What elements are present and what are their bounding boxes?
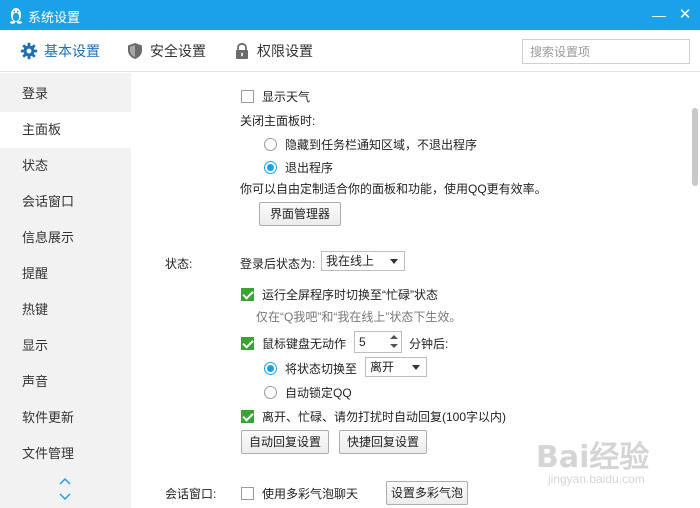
sidebar-item-status[interactable]: 状态	[0, 148, 131, 184]
switch-status-radio[interactable]	[264, 362, 277, 375]
login-status-value: 我在线上	[326, 254, 375, 268]
qq-penguin-icon	[10, 8, 22, 24]
login-status-label: 登录后状态为:	[240, 257, 316, 271]
quick-reply-settings-button[interactable]: 快捷回复设置	[339, 430, 427, 454]
chevron-down-icon[interactable]	[59, 493, 71, 501]
gear-icon	[20, 42, 38, 60]
session-section-label: 会话窗口:	[165, 487, 217, 501]
show-weather-label: 显示天气	[262, 90, 311, 104]
fullscreen-busy-note: 仅在“Q我吧”和“我在线上”状态下生效。	[256, 310, 462, 324]
auto-lock-radio[interactable]	[264, 386, 277, 399]
sidebar-item-software-update[interactable]: 软件更新	[0, 400, 131, 436]
auto-reply-option: 离开、忙碌、请勿打扰时自动回复(100字以内)	[241, 408, 506, 425]
idle-minutes-value: 5	[359, 335, 366, 349]
scrollbar-thumb[interactable]	[692, 108, 698, 186]
settings-content: 显示天气 关闭主面板时: 隐藏到任务栏通知区域，不退出程序 退出程序 你可以自由…	[131, 73, 700, 508]
chevron-down-icon	[390, 259, 398, 264]
ui-manager-button[interactable]: 界面管理器	[259, 202, 341, 226]
status-section-label: 状态:	[165, 257, 193, 271]
sidebar-item-display[interactable]: 显示	[0, 328, 131, 364]
auto-reply-label: 离开、忙碌、请勿打扰时自动回复(100字以内)	[262, 410, 507, 424]
sidebar-item-chat-window[interactable]: 会话窗口	[0, 184, 131, 220]
close-main-panel-label: 关闭主面板时:	[240, 114, 316, 128]
shield-icon	[128, 43, 142, 59]
bubble-settings-button[interactable]: 设置多彩气泡	[386, 481, 468, 505]
tab-permission-settings[interactable]: 权限设置	[233, 30, 313, 72]
exit-program-radio[interactable]	[264, 161, 277, 174]
stepper-down-icon[interactable]	[390, 344, 398, 348]
switch-status-option: 将状态切换至	[264, 360, 357, 377]
hide-to-tray-option: 隐藏到任务栏通知区域，不退出程序	[264, 136, 477, 153]
fullscreen-busy-label: 运行全屏程序时切换至“忙碌”状态	[262, 288, 438, 302]
fullscreen-busy-option: 运行全屏程序时切换至“忙碌”状态	[241, 286, 438, 303]
idle-option: 鼠标键盘无动作	[241, 335, 346, 352]
search-input[interactable]	[522, 39, 690, 64]
auto-lock-label: 自动锁定QQ	[285, 386, 352, 400]
tab-label: 安全设置	[150, 43, 206, 59]
auto-reply-checkbox[interactable]	[241, 410, 254, 423]
minimize-button[interactable]: —	[648, 4, 670, 26]
show-weather-checkbox[interactable]	[241, 90, 254, 103]
settings-tab-bar: 基本设置 安全设置 权限设置	[0, 30, 700, 72]
chevron-down-icon	[412, 365, 420, 370]
idle-checkbox[interactable]	[241, 337, 254, 350]
sidebar-item-main-panel[interactable]: 主面板	[0, 112, 131, 148]
hide-to-tray-radio[interactable]	[264, 138, 277, 151]
idle-status-select[interactable]: 离开	[365, 357, 427, 377]
close-button[interactable]: ✕	[674, 4, 696, 26]
bubble-chat-option: 使用多彩气泡聊天	[241, 485, 358, 502]
lock-icon	[236, 42, 248, 59]
exit-program-label: 退出程序	[285, 161, 334, 175]
stepper-arrows	[387, 332, 401, 352]
exit-program-option: 退出程序	[264, 159, 333, 176]
sidebar-item-reminder[interactable]: 提醒	[0, 256, 131, 292]
tab-basic-settings[interactable]: 基本设置	[20, 30, 100, 72]
tab-label: 基本设置	[44, 43, 100, 59]
bubble-chat-label: 使用多彩气泡聊天	[262, 487, 359, 501]
window-title: 系统设置	[28, 10, 81, 25]
show-weather-option: 显示天气	[241, 88, 310, 105]
sidebar-item-sound[interactable]: 声音	[0, 364, 131, 400]
login-status-select[interactable]: 我在线上	[321, 251, 405, 271]
chevron-up-icon[interactable]	[59, 477, 71, 485]
content-scrollbar[interactable]	[690, 73, 700, 508]
stepper-up-icon[interactable]	[390, 335, 398, 339]
tab-security-settings[interactable]: 安全设置	[126, 30, 206, 72]
idle-status-value: 离开	[370, 360, 395, 374]
sidebar-item-info-display[interactable]: 信息展示	[0, 220, 131, 256]
hide-to-tray-label: 隐藏到任务栏通知区域，不退出程序	[285, 138, 478, 152]
bubble-chat-checkbox[interactable]	[241, 487, 254, 500]
sidebar-item-file-management[interactable]: 文件管理	[0, 436, 131, 472]
idle-unit-label: 分钟后:	[409, 337, 449, 351]
tab-label: 权限设置	[257, 43, 313, 59]
settings-sidebar: 登录 主面板 状态 会话窗口 信息展示 提醒 热键 显示 声音 软件更新 文件管…	[0, 73, 131, 508]
auto-reply-settings-button[interactable]: 自动回复设置	[241, 430, 329, 454]
auto-lock-option: 自动锁定QQ	[264, 384, 352, 401]
sidebar-item-hotkeys[interactable]: 热键	[0, 292, 131, 328]
sidebar-item-login[interactable]: 登录	[0, 76, 131, 112]
title-bar: 系统设置 — ✕	[0, 0, 700, 30]
fullscreen-busy-checkbox[interactable]	[241, 288, 254, 301]
idle-label: 鼠标键盘无动作	[262, 337, 347, 351]
idle-minutes-stepper[interactable]: 5	[354, 331, 402, 353]
switch-status-label: 将状态切换至	[285, 362, 358, 376]
customize-hint-text: 你可以自由定制适合你的面板和功能，使用QQ更有效率。	[240, 182, 547, 196]
